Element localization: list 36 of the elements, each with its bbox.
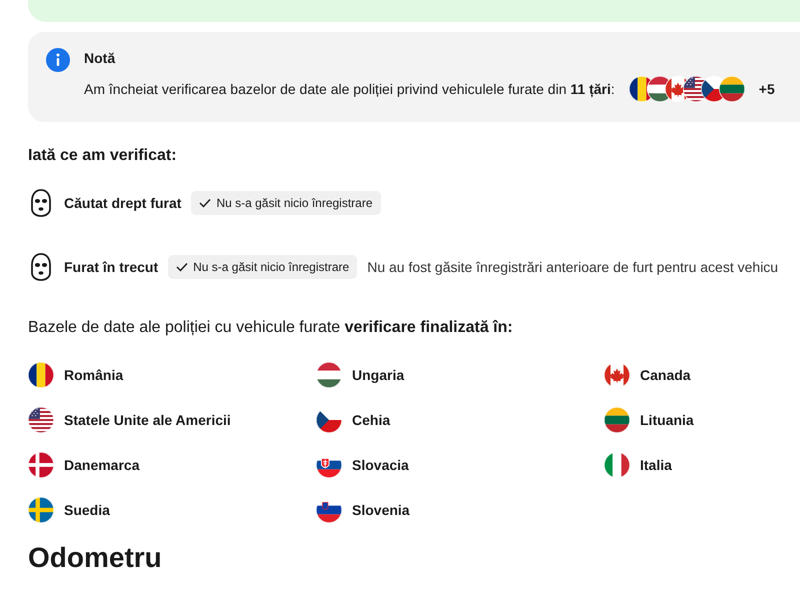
status-text: Nu s-a găsit nicio înregistrare: [193, 259, 350, 276]
note-text: Am încheiat verificarea bazelor de date ale poliției privind vehiculele furate din 11 țări:: [84, 80, 615, 100]
country-name: România: [64, 366, 124, 384]
flag-icon: [604, 362, 630, 388]
country-name: Slovacia: [352, 456, 409, 474]
country-name: Canada: [640, 366, 691, 384]
country-name: Cehia: [352, 410, 390, 430]
more-count: +5: [758, 80, 775, 98]
flag-icon: [316, 362, 342, 388]
flag-icon: [28, 452, 54, 478]
status-text: Nu s-a găsit nicio înregistrare: [216, 195, 373, 212]
section-heading: Iată ce am verificat:: [28, 146, 178, 166]
mask-icon: [28, 252, 54, 282]
country-name: Lituania: [640, 410, 694, 430]
country-name: Suedia: [64, 500, 110, 520]
note-title: Notă: [84, 49, 116, 68]
country-name: Slovenia: [352, 500, 410, 520]
flag-icon: [28, 497, 54, 523]
check-label: Căutat drept furat: [64, 194, 182, 213]
flag-icon: [28, 407, 54, 433]
check-label: Furat în trecut: [64, 258, 158, 276]
flag-icon: [604, 452, 630, 478]
country-name: Italia: [640, 456, 672, 474]
flag-icon: [718, 76, 745, 102]
detail-text: Nu au fost găsite înregistrări anterioare de furt pentru acest vehicu: [367, 258, 778, 277]
country-name: Statele Unite ale Americii: [64, 410, 231, 430]
section-heading: Bazele de date ale poliției cu vehicule furate verificare finalizată în:: [28, 318, 514, 338]
country-name: Ungaria: [352, 366, 404, 385]
flag-icon: [604, 407, 630, 433]
info-icon: [46, 48, 70, 72]
section-title: Odometru: [28, 541, 163, 575]
check-icon: [176, 262, 188, 272]
flag-icon: [28, 362, 54, 388]
mask-icon: [28, 188, 54, 218]
country-name: Danemarca: [64, 456, 140, 474]
check-icon: [199, 198, 212, 208]
